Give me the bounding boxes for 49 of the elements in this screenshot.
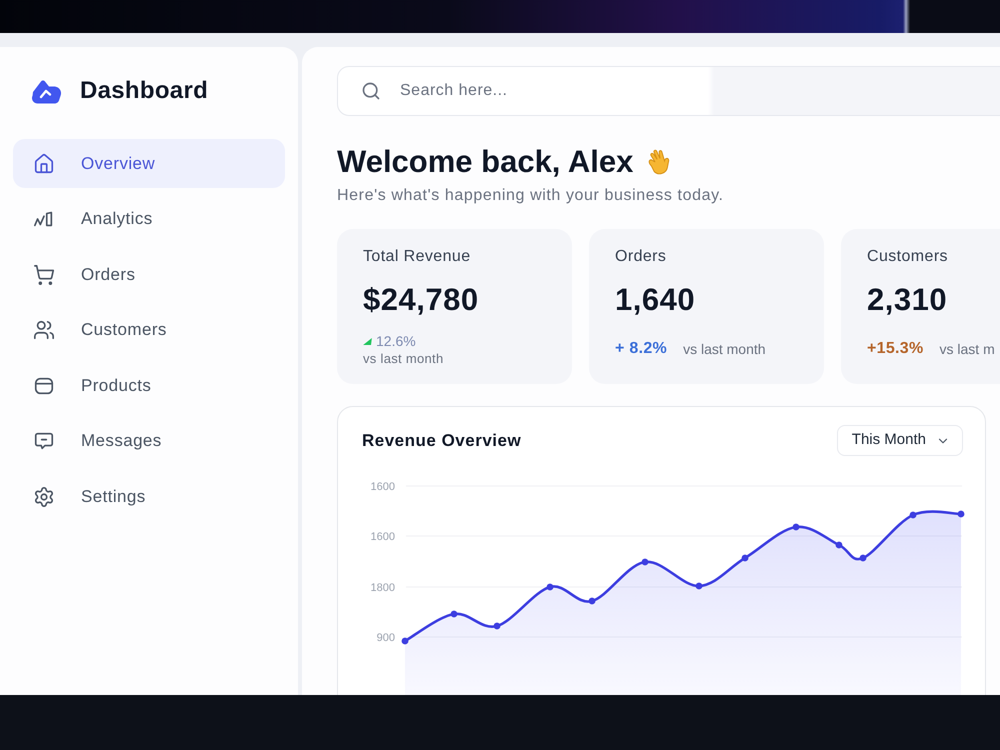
period-dropdown[interactable]: This Month bbox=[836, 425, 963, 456]
change-value: 12.6% bbox=[376, 332, 416, 350]
stat-label: Orders bbox=[615, 247, 666, 267]
app-title: Dashboard bbox=[80, 77, 208, 105]
stat-value: 2,310 bbox=[867, 283, 948, 317]
stat-value: 1,640 bbox=[615, 283, 696, 317]
axis-label: 1600 bbox=[370, 481, 395, 493]
data-point bbox=[792, 524, 800, 530]
stat-label: Customers bbox=[867, 247, 948, 267]
data-point bbox=[642, 558, 648, 566]
stat-value: $24,780 bbox=[363, 283, 479, 317]
change-note: vs last month bbox=[363, 350, 444, 367]
settings-icon bbox=[33, 486, 55, 508]
chart-title: Revenue Overview bbox=[362, 430, 522, 450]
search-icon bbox=[361, 81, 381, 101]
data-point bbox=[402, 638, 408, 644]
axis-label: 1800 bbox=[370, 582, 395, 594]
home-icon bbox=[33, 152, 55, 174]
change-value: + 8.2% bbox=[615, 339, 668, 359]
nav-item[interactable]: Settings bbox=[13, 472, 285, 521]
search-field[interactable]: Search here... bbox=[337, 66, 1000, 116]
message-icon bbox=[33, 430, 55, 452]
axis-label: 1600 bbox=[370, 531, 395, 543]
change-note: vs last m bbox=[940, 340, 995, 359]
nav-item[interactable]: Overview bbox=[13, 139, 285, 188]
nav-item[interactable]: Orders bbox=[13, 250, 285, 299]
users-icon bbox=[33, 319, 55, 341]
cart-icon bbox=[33, 264, 55, 286]
data-point bbox=[588, 598, 596, 604]
welcome-heading: Welcome back, Alex bbox=[337, 144, 634, 180]
welcome-subtitle: Here's what's happening with your business today. bbox=[337, 186, 724, 206]
logo-icon bbox=[30, 78, 62, 104]
data-point bbox=[836, 542, 842, 548]
data-point bbox=[742, 554, 748, 562]
axis-label: 900 bbox=[376, 632, 395, 644]
nav-item[interactable]: Products bbox=[13, 361, 285, 410]
change-value: +15.3% bbox=[867, 339, 924, 359]
nav-item[interactable]: Customers bbox=[13, 306, 285, 354]
stat-label: Total Revenue bbox=[363, 247, 470, 267]
change-note: vs last month bbox=[683, 340, 766, 359]
nav-item[interactable]: Messages bbox=[13, 416, 285, 466]
nav-item[interactable]: Analytics bbox=[13, 194, 285, 244]
data-point bbox=[958, 510, 964, 518]
data-point bbox=[910, 512, 916, 518]
data-point bbox=[494, 622, 500, 630]
data-point bbox=[696, 582, 702, 590]
data-point bbox=[860, 554, 866, 562]
data-point bbox=[546, 584, 554, 590]
data-point bbox=[450, 610, 458, 618]
